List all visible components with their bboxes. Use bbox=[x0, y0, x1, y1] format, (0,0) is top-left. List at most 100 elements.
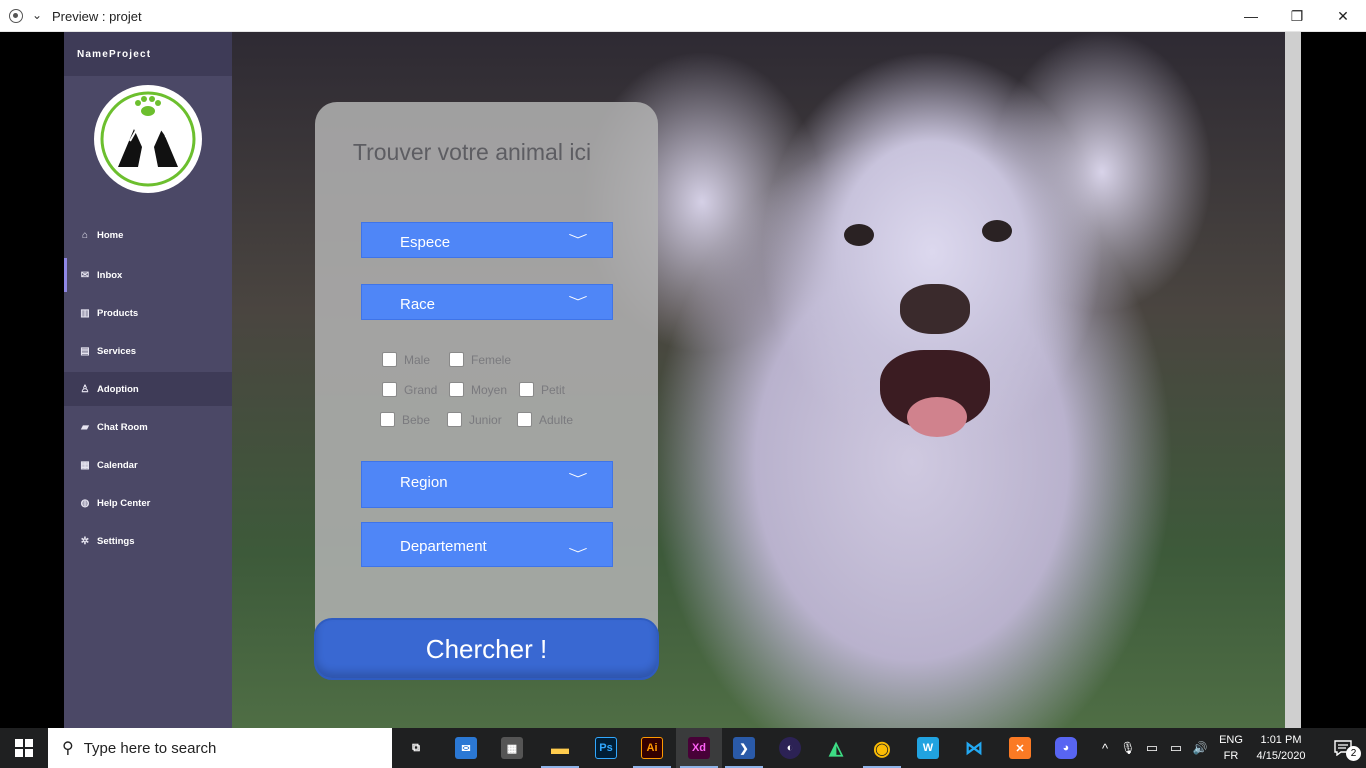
sidebar-item-inbox[interactable]: ✉ Inbox bbox=[64, 258, 232, 292]
sidebar-item-label: Inbox bbox=[97, 269, 123, 281]
microphone-icon[interactable]: 🎙 bbox=[1117, 728, 1139, 768]
checkbox-box[interactable] bbox=[519, 382, 534, 397]
tray-overflow-chevron-icon[interactable]: ^ bbox=[1094, 728, 1116, 768]
sidebar-item-settings[interactable]: ✲ Settings bbox=[64, 524, 232, 558]
checkbox-adulte[interactable]: Adulte bbox=[517, 412, 573, 427]
search-placeholder: Type here to search bbox=[83, 739, 217, 757]
sidebar-item-services[interactable]: ▤ Services bbox=[64, 334, 232, 368]
checkbox-grand[interactable]: Grand bbox=[382, 382, 437, 397]
dog-eye bbox=[982, 220, 1012, 242]
sidebar-item-label: Settings bbox=[97, 535, 135, 547]
maximize-button[interactable]: ❐ bbox=[1274, 0, 1320, 32]
checkbox-junior[interactable]: Junior bbox=[447, 412, 502, 427]
mail-icon: ✉ bbox=[80, 269, 90, 281]
sidebar-item-label: Services bbox=[97, 345, 137, 357]
mail-icon: ✉ bbox=[455, 737, 477, 759]
checkbox-box[interactable] bbox=[380, 412, 395, 427]
chevron-down-icon: ﹀ bbox=[568, 547, 588, 561]
network-icon[interactable]: ▭ bbox=[1165, 728, 1187, 768]
taskbar-app-store[interactable]: ▦ bbox=[489, 728, 535, 768]
webstorm-icon: W bbox=[917, 737, 939, 759]
checkbox-box[interactable] bbox=[382, 352, 397, 367]
notification-center-button[interactable]: 2 bbox=[1320, 728, 1366, 768]
taskbar-app-vscode[interactable]: ⋈ bbox=[951, 728, 997, 768]
sidebar-item-calendar[interactable]: ▦ Calendar bbox=[64, 448, 232, 482]
departement-dropdown[interactable]: Departement ﹀ bbox=[361, 522, 613, 567]
race-label: Race bbox=[400, 296, 436, 313]
scrollbar[interactable] bbox=[1285, 32, 1301, 728]
user-icon: ♙ bbox=[80, 383, 90, 395]
taskbar-app-mail[interactable]: ✉ bbox=[443, 728, 489, 768]
checkbox-moyen[interactable]: Moyen bbox=[449, 382, 507, 397]
checkbox-label: Petit bbox=[541, 382, 566, 397]
sidebar-item-label: Adoption bbox=[97, 383, 139, 395]
taskbar-app-chrome[interactable]: ◉ bbox=[859, 728, 905, 768]
checkbox-petit[interactable]: Petit bbox=[519, 382, 565, 397]
checkbox-box[interactable] bbox=[449, 352, 464, 367]
taskbar-search-input[interactable]: ⚲ Type here to search bbox=[48, 728, 392, 768]
checkbox-box[interactable] bbox=[447, 412, 462, 427]
departement-label: Departement bbox=[400, 538, 487, 555]
eclipse-icon: ◐ bbox=[779, 737, 801, 759]
checkbox-label: Femele bbox=[471, 352, 512, 367]
taskbar-app-xampp[interactable]: ✕ bbox=[997, 728, 1043, 768]
checkbox-label: Male bbox=[404, 352, 431, 367]
checkbox-box[interactable] bbox=[517, 412, 532, 427]
taskbar-app-android-studio[interactable]: ◭ bbox=[813, 728, 859, 768]
region-dropdown[interactable]: Region ﹀ bbox=[361, 461, 613, 508]
taskbar-app-powershell[interactable]: ❯ bbox=[721, 728, 767, 768]
taskbar-app-discord[interactable]: ◕ bbox=[1043, 728, 1089, 768]
race-dropdown[interactable]: Race ﹀ bbox=[361, 284, 613, 320]
minimize-button[interactable]: — bbox=[1228, 0, 1274, 32]
taskbar-app-illustrator[interactable]: Ai bbox=[629, 728, 675, 768]
sidebar-item-home[interactable]: ⌂ Home bbox=[64, 218, 232, 252]
volume-icon[interactable]: 🔊 bbox=[1189, 728, 1211, 768]
espece-label: Espece bbox=[400, 234, 451, 251]
taskbar-app-eclipse[interactable]: ◐ bbox=[767, 728, 813, 768]
notification-badge: 2 bbox=[1346, 746, 1361, 761]
dog-tongue bbox=[907, 397, 967, 437]
battery-icon[interactable]: ▭ bbox=[1141, 728, 1163, 768]
search-card-title: Trouver votre animal ici bbox=[352, 139, 592, 165]
android-studio-icon: ◭ bbox=[829, 737, 843, 758]
checkbox-box[interactable] bbox=[382, 382, 397, 397]
taskbar-app-task-view[interactable]: ⧉ bbox=[393, 728, 439, 768]
illustrator-icon: Ai bbox=[641, 737, 663, 759]
globe-icon: ◍ bbox=[80, 497, 90, 509]
sidebar-item-chat-room[interactable]: ▰ Chat Room bbox=[64, 410, 232, 444]
chevron-down-icon[interactable]: ⌄ bbox=[32, 8, 42, 22]
chevron-down-icon: ﹀ bbox=[568, 233, 588, 247]
espece-dropdown[interactable]: Espece ﹀ bbox=[361, 222, 613, 258]
chat-icon: ▰ bbox=[81, 421, 89, 433]
taskbar-app-adobe-xd[interactable]: Xd bbox=[676, 728, 722, 768]
brand-name: NameProject bbox=[77, 49, 152, 60]
start-button[interactable] bbox=[0, 728, 48, 768]
close-button[interactable]: ✕ bbox=[1320, 0, 1366, 32]
window-titlebar: ⌄ Preview : projet — ❐ ✕ bbox=[0, 0, 1366, 32]
checkbox-femele[interactable]: Femele bbox=[449, 352, 511, 367]
taskbar-app-file-explorer[interactable]: ▬ bbox=[537, 728, 583, 768]
photoshop-icon: Ps bbox=[595, 737, 617, 759]
checkbox-label: Bebe bbox=[402, 412, 431, 427]
list-icon: ▤ bbox=[80, 345, 90, 357]
clock-date: 4/15/2020 bbox=[1256, 750, 1306, 762]
sidebar-item-products[interactable]: ▥ Products bbox=[64, 296, 232, 330]
sidebar-item-help-center[interactable]: ◍ Help Center bbox=[64, 486, 232, 520]
sidebar-item-label: Products bbox=[97, 307, 139, 319]
language-top: ENG bbox=[1219, 734, 1243, 746]
checkbox-box[interactable] bbox=[449, 382, 464, 397]
sidebar-item-adoption[interactable]: ♙ Adoption bbox=[64, 372, 232, 406]
taskbar-app-webstorm[interactable]: W bbox=[905, 728, 951, 768]
language-indicator[interactable]: ENG FR bbox=[1216, 732, 1246, 764]
checkbox-label: Junior bbox=[469, 412, 502, 427]
chevron-down-icon: ﹀ bbox=[568, 295, 588, 309]
search-button[interactable]: Chercher ! bbox=[314, 618, 659, 680]
sidebar: NameProject ⌂ Home ✉ Inbox ▥ Products ▤ … bbox=[64, 32, 232, 728]
powershell-icon: ❯ bbox=[733, 737, 755, 759]
clock[interactable]: 1:01 PM 4/15/2020 bbox=[1248, 732, 1314, 764]
sidebar-item-label: Home bbox=[97, 229, 124, 241]
taskbar-app-photoshop[interactable]: Ps bbox=[583, 728, 629, 768]
checkbox-bebe[interactable]: Bebe bbox=[380, 412, 430, 427]
region-label: Region bbox=[400, 474, 448, 491]
checkbox-male[interactable]: Male bbox=[382, 352, 430, 367]
